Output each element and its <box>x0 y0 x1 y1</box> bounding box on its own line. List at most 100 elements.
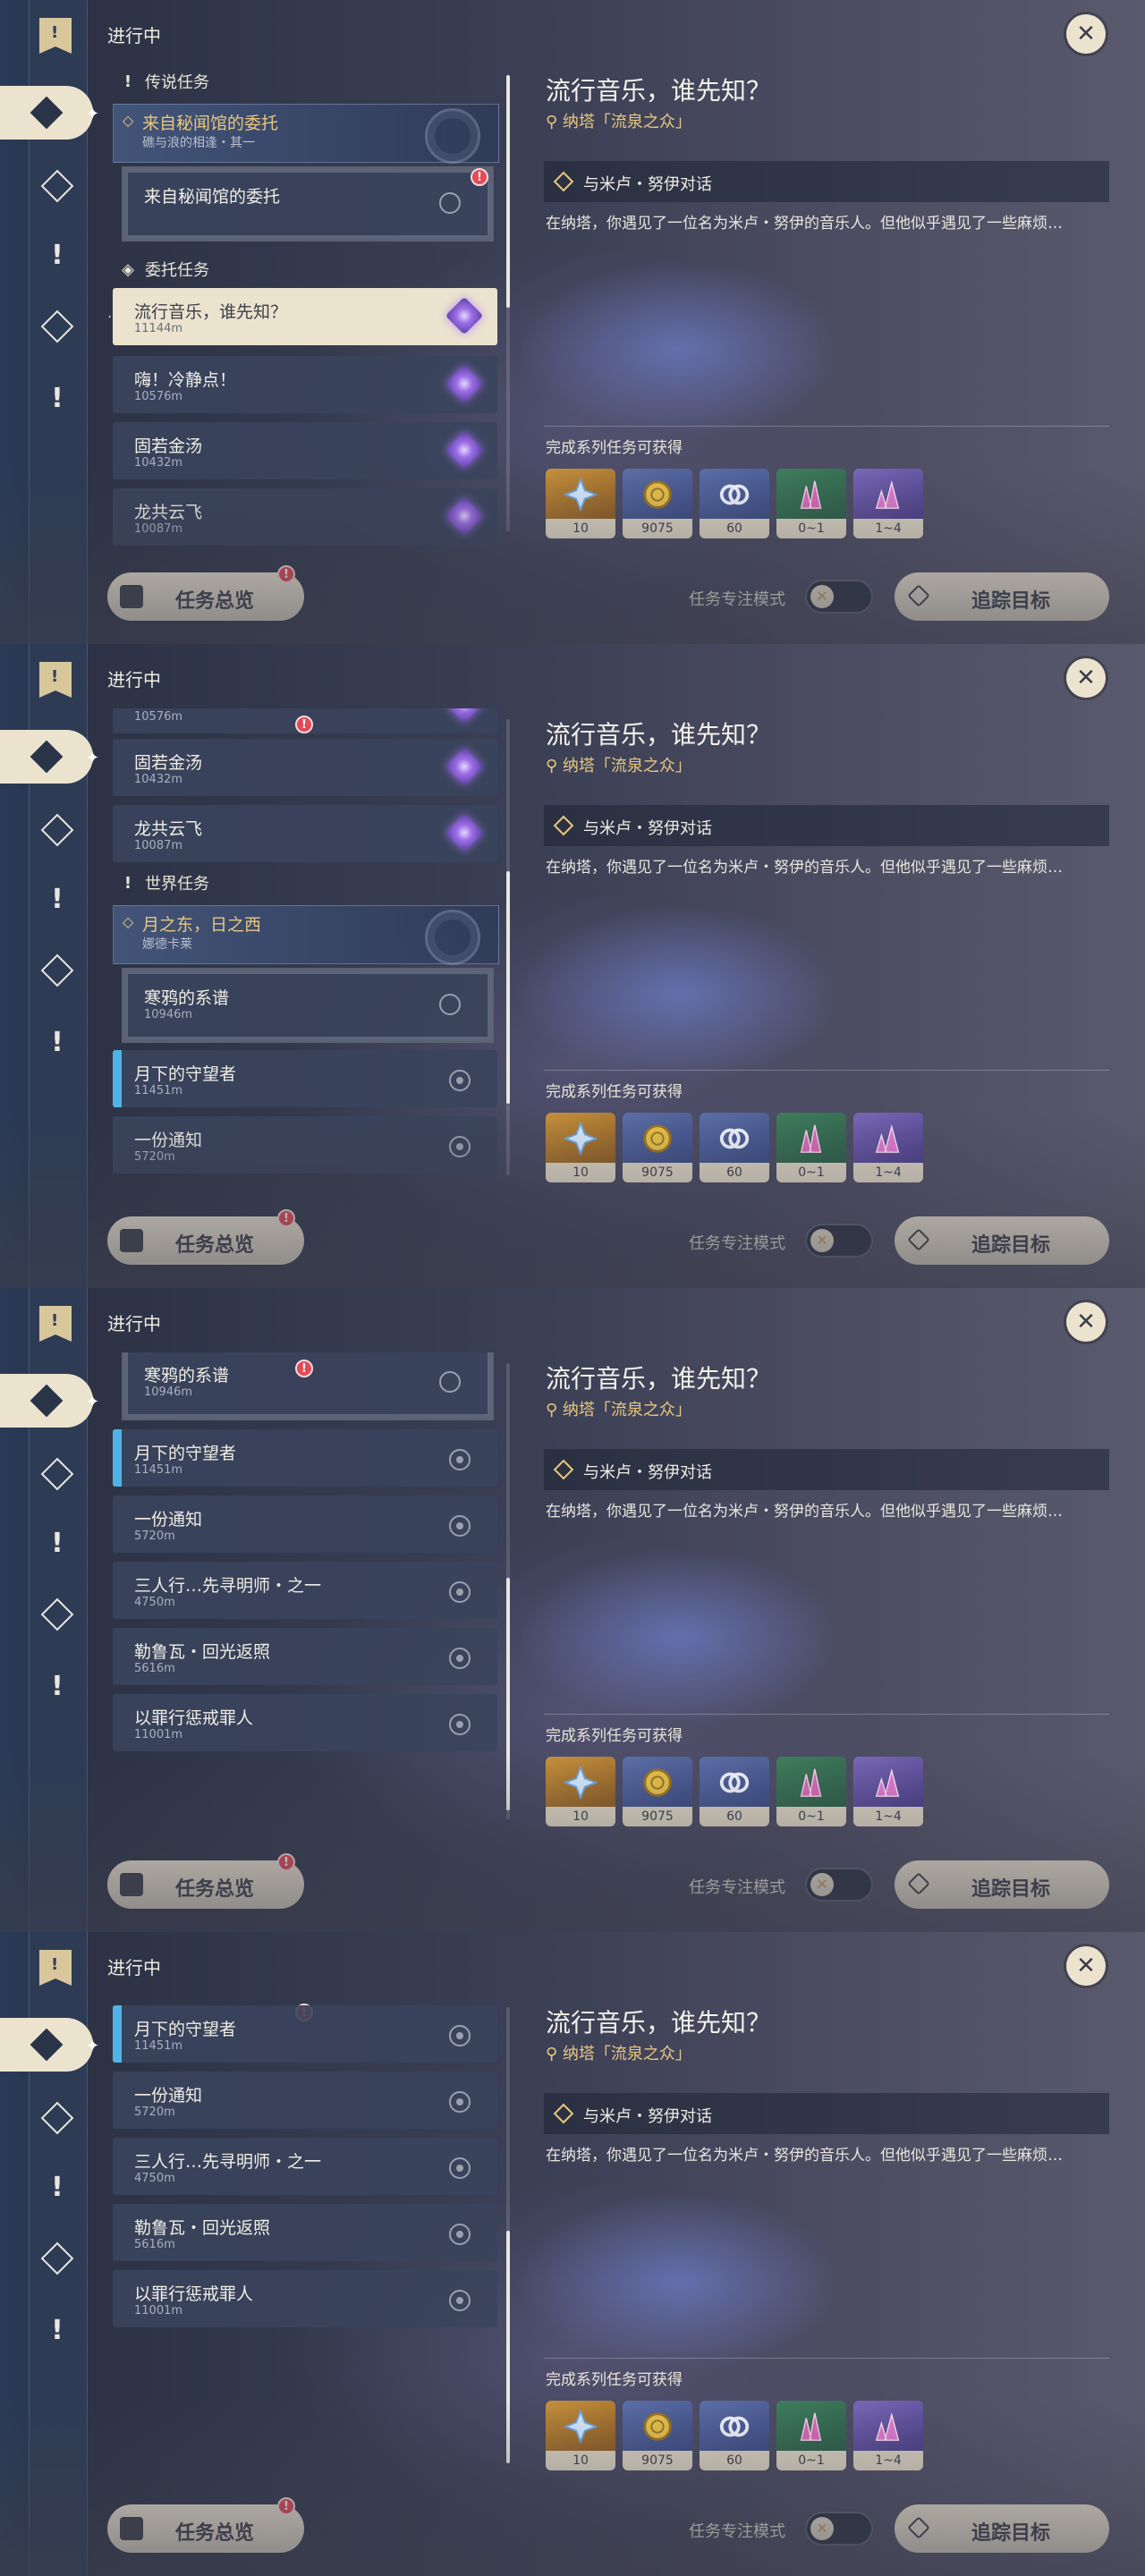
list-scrollbar[interactable] <box>506 1363 510 1819</box>
map-pin-icon[interactable] <box>449 2091 471 2113</box>
reward-item[interactable]: 1~4 <box>853 469 923 538</box>
list-scrollbar[interactable] <box>506 75 510 531</box>
quest-row-moon[interactable]: 月下的守望者 11451m <box>113 1050 497 1107</box>
focus-mode-toggle[interactable]: ✕ <box>805 580 873 614</box>
focus-mode-toggle[interactable]: ✕ <box>805 1224 873 1258</box>
quest-row-moon[interactable]: 月下的守望者 11451m <box>113 2005 497 2063</box>
map-pin-icon[interactable] <box>449 2290 471 2311</box>
tab-legend-icon[interactable]: ! <box>39 881 75 917</box>
map-pin-icon[interactable] <box>449 1581 471 1603</box>
list-scrollbar[interactable] <box>506 719 510 1175</box>
map-pin-icon[interactable] <box>449 1714 471 1735</box>
map-pin-icon[interactable] <box>449 1449 471 1470</box>
map-pin-icon[interactable] <box>439 192 461 214</box>
reward-item[interactable]: 0~1 <box>776 2401 846 2470</box>
reward-item[interactable]: 60 <box>700 1757 769 1826</box>
quest-legend-sub[interactable]: 来自秘闻馆的委托 <box>122 166 494 242</box>
reward-item[interactable]: 0~1 <box>776 1113 846 1182</box>
tab-commission-active[interactable] <box>0 2018 93 2072</box>
close-icon[interactable]: ✕ <box>1066 1946 1106 1986</box>
map-pin-icon[interactable] <box>449 1648 471 1669</box>
map-pin-icon[interactable] <box>449 1515 471 1537</box>
quest-row-dragon[interactable]: 龙共云飞 10087m <box>113 805 497 862</box>
quest-list[interactable]: 10576m ! 固若金汤 10432m 龙共云飞 10087m ! 世界任务 ◇… <box>109 708 503 1191</box>
quest-row-calm[interactable]: 嗨！冷静点！ 10576m <box>113 356 497 413</box>
close-icon[interactable]: ✕ <box>1066 1302 1106 1342</box>
quest-list[interactable]: 寒鸦的系谱 10946m ! 月下的守望者 11451m 一份通知 5720m … <box>109 1352 503 1835</box>
quest-list[interactable]: ! 月下的守望者 11451m 一份通知 5720m 三人行…先寻明师・之一 4… <box>109 1996 503 2479</box>
reward-item[interactable]: 9075 <box>623 1757 692 1826</box>
quest-world-sub[interactable]: 寒鸦的系谱 10946m <box>122 968 494 1043</box>
tab-archon-icon[interactable] <box>39 2100 75 2136</box>
reward-item[interactable]: 9075 <box>623 2401 692 2470</box>
reward-item[interactable]: 60 <box>700 469 769 538</box>
tab-archon-icon[interactable] <box>39 812 75 848</box>
map-pin-icon[interactable] <box>449 2025 471 2046</box>
tab-archon-icon[interactable] <box>39 168 75 204</box>
map-pin-icon[interactable] <box>449 1070 471 1091</box>
quest-legend-main[interactable]: ◇ 来自秘闻馆的委托 礁与浪的相逢・其一 <box>113 104 499 164</box>
tab-commission-active[interactable] <box>0 730 93 784</box>
tab-daily-icon[interactable]: ! <box>39 2312 75 2348</box>
tab-legend-icon[interactable]: ! <box>39 2169 75 2205</box>
focus-mode-toggle[interactable]: ✕ <box>805 1868 873 1902</box>
map-pin-icon[interactable] <box>449 2157 471 2179</box>
quest-row-moon[interactable]: 月下的守望者 11451m <box>113 1429 497 1487</box>
tab-legend-icon[interactable]: ! <box>39 1525 75 1561</box>
map-pin-icon[interactable] <box>449 1136 471 1157</box>
quest-row-soup[interactable]: 固若金汤 10432m <box>113 739 497 796</box>
track-target-button[interactable]: 追踪目标 <box>895 1860 1109 1909</box>
quest-overview-button[interactable]: 任务总览 ! <box>107 1853 304 1909</box>
reward-item[interactable]: 1~4 <box>853 1757 923 1826</box>
quest-row-notice[interactable]: 一份通知 5720m <box>113 2072 497 2129</box>
focus-mode-toggle[interactable]: ✕ <box>805 2512 873 2546</box>
quest-row-three[interactable]: 三人行…先寻明师・之一 4750m <box>113 1562 497 1619</box>
map-pin-icon[interactable] <box>439 994 461 1015</box>
reward-item[interactable]: 10 <box>546 469 615 538</box>
track-target-button[interactable]: 追踪目标 <box>895 1216 1109 1265</box>
quest-row-sin[interactable]: 以罪行惩戒罪人 11001m <box>113 2270 497 2327</box>
tab-daily-icon[interactable]: ! <box>39 1024 75 1060</box>
tab-daily-icon[interactable]: ! <box>39 1668 75 1704</box>
quest-row-notice[interactable]: 一份通知 5720m <box>113 1116 497 1174</box>
quest-row-music[interactable]: 流行音乐，谁先知？ 11144m <box>109 288 497 345</box>
tab-legend-icon[interactable]: ! <box>39 237 75 273</box>
tab-commission-active[interactable] <box>0 86 93 140</box>
list-scrollbar[interactable] <box>506 2007 510 2463</box>
track-target-button[interactable]: 追踪目标 <box>895 2504 1109 2553</box>
track-target-button[interactable]: 追踪目标 <box>895 572 1109 621</box>
tab-world-icon[interactable] <box>39 953 75 988</box>
quest-row-soup[interactable]: 固若金汤 10432m <box>113 422 497 479</box>
reward-item[interactable]: 10 <box>546 1757 615 1826</box>
reward-item[interactable]: 0~1 <box>776 469 846 538</box>
quest-list[interactable]: ! 传说任务 ◇ 来自秘闻馆的委托 礁与浪的相逢・其一 来自秘闻馆的委托 ! ◈ 委… <box>109 64 503 547</box>
tab-commission-active[interactable] <box>0 1374 93 1428</box>
reward-item[interactable]: 9075 <box>623 469 692 538</box>
reward-item[interactable]: 0~1 <box>776 1757 846 1826</box>
close-icon[interactable]: ✕ <box>1066 658 1106 698</box>
quest-row-sin[interactable]: 以罪行惩戒罪人 11001m <box>113 1694 497 1751</box>
scroll-thumb[interactable] <box>506 2231 510 2463</box>
quest-row-dragon[interactable]: 龙共云飞 10087m <box>113 488 497 546</box>
quest-row-three[interactable]: 三人行…先寻明师・之一 4750m <box>113 2138 497 2195</box>
tab-world-icon[interactable] <box>39 1597 75 1632</box>
map-pin-icon[interactable] <box>439 1371 461 1393</box>
scroll-thumb[interactable] <box>506 1578 510 1810</box>
reward-item[interactable]: 1~4 <box>853 2401 923 2470</box>
quest-overview-button[interactable]: 任务总览 ! <box>107 2497 304 2553</box>
quest-row-notice[interactable]: 一份通知 5720m <box>113 1496 497 1553</box>
reward-item[interactable]: 60 <box>700 1113 769 1182</box>
map-pin-icon[interactable] <box>449 2224 471 2245</box>
reward-item[interactable]: 9075 <box>623 1113 692 1182</box>
quest-row-lerou[interactable]: 勒鲁瓦・回光返照 5616m <box>113 1628 497 1685</box>
reward-item[interactable]: 10 <box>546 1113 615 1182</box>
reward-item[interactable]: 10 <box>546 2401 615 2470</box>
tab-world-icon[interactable] <box>39 309 75 344</box>
reward-item[interactable]: 60 <box>700 2401 769 2470</box>
quest-overview-button[interactable]: 任务总览 ! <box>107 565 304 621</box>
quest-overview-button[interactable]: 任务总览 ! <box>107 1209 304 1265</box>
tab-world-icon[interactable] <box>39 2241 75 2276</box>
tab-daily-icon[interactable]: ! <box>39 380 75 416</box>
tab-archon-icon[interactable] <box>39 1456 75 1492</box>
scroll-thumb[interactable] <box>506 75 510 308</box>
